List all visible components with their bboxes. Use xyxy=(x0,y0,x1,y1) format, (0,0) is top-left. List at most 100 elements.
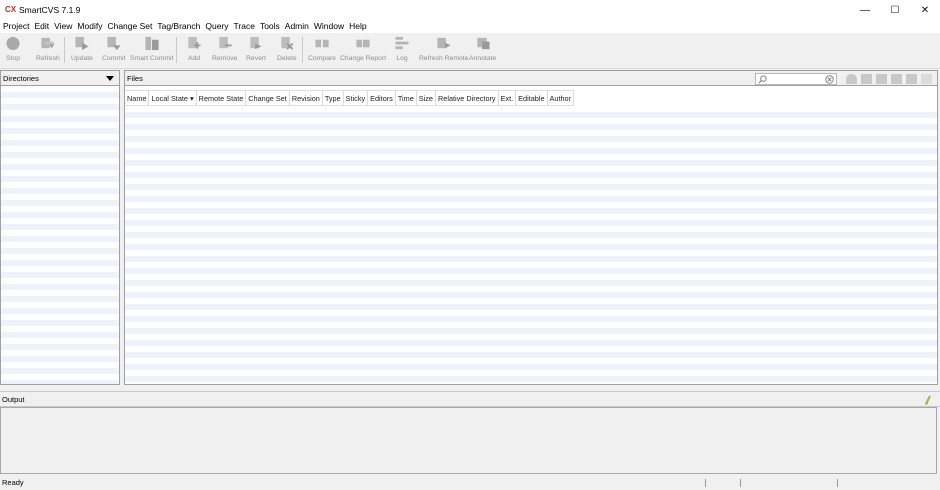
filter-ignored-icon[interactable] xyxy=(891,74,902,84)
menu-project[interactable]: Project xyxy=(2,21,32,31)
refresh-remote-icon xyxy=(437,37,451,49)
filter-remote-icon[interactable] xyxy=(921,74,932,84)
menu-modify[interactable]: Modify xyxy=(76,21,105,31)
commit-label: Commit xyxy=(102,55,126,62)
column-change-set[interactable]: Change Set xyxy=(246,91,290,105)
change-report-button[interactable]: Change Report xyxy=(340,36,386,62)
column-relative-directory[interactable]: Relative Directory xyxy=(436,91,499,105)
annotate-icon xyxy=(476,37,490,50)
status-bar: Ready xyxy=(0,476,940,490)
commit-icon xyxy=(107,36,121,51)
column-time[interactable]: Time xyxy=(396,91,417,105)
search-input[interactable] xyxy=(755,73,837,85)
update-label: Update xyxy=(71,55,93,62)
log-label: Log xyxy=(396,55,408,62)
remove-button[interactable]: Remove xyxy=(212,36,237,62)
filter-removed-icon[interactable] xyxy=(906,74,917,84)
filter-unversioned-icon[interactable] xyxy=(876,74,887,84)
menu-view[interactable]: View xyxy=(53,21,75,31)
menu-tag-branch[interactable]: Tag/Branch xyxy=(156,21,203,31)
output-header: Output xyxy=(0,391,940,407)
menu-query[interactable]: Query xyxy=(204,21,231,31)
log-button[interactable]: Log xyxy=(394,36,410,62)
stop-button[interactable]: Stop xyxy=(5,36,21,62)
remove-icon xyxy=(219,36,232,49)
update-icon xyxy=(75,36,89,51)
files-panel: Files Name Local State ▾ Remote State Ch… xyxy=(124,70,938,385)
menu-edit[interactable]: Edit xyxy=(33,21,52,31)
smart-commit-label: Smart Commit xyxy=(130,55,174,62)
menu-trace[interactable]: Trace xyxy=(233,21,258,31)
chevron-down-icon[interactable] xyxy=(106,76,114,81)
clear-output-icon[interactable] xyxy=(924,395,932,405)
smart-commit-button[interactable]: Smart Commit xyxy=(130,36,173,62)
change-report-icon xyxy=(356,39,370,48)
compare-label: Compare xyxy=(308,55,336,62)
stop-label: Stop xyxy=(6,55,20,62)
annotate-button[interactable]: Annotate xyxy=(469,36,496,62)
filter-unchanged-icon[interactable] xyxy=(846,74,857,84)
menu-bar: Project Edit View Modify Change Set Tag/… xyxy=(0,19,940,33)
refresh-icon xyxy=(41,37,55,49)
column-size[interactable]: Size xyxy=(417,91,436,105)
column-sticky[interactable]: Sticky xyxy=(344,91,369,105)
menu-help[interactable]: Help xyxy=(348,21,369,31)
status-text: Ready xyxy=(2,478,24,487)
compare-button[interactable]: Compare xyxy=(308,36,336,62)
column-name[interactable]: Name xyxy=(125,91,150,105)
toolbar-separator xyxy=(302,37,303,63)
remove-label: Remove xyxy=(212,55,238,62)
toolbar-separator xyxy=(64,37,65,63)
window-title: SmartCVS 7.1.9 xyxy=(19,5,81,15)
change-report-label: Change Report xyxy=(340,55,387,62)
revert-label: Revert xyxy=(246,55,267,62)
menu-tools[interactable]: Tools xyxy=(259,21,283,31)
refresh-button[interactable]: Refresh xyxy=(36,36,60,62)
app-logo-icon: CX xyxy=(5,5,17,14)
revert-button[interactable]: Revert xyxy=(246,36,266,62)
menu-admin[interactable]: Admin xyxy=(284,21,312,31)
add-label: Add xyxy=(187,55,201,62)
menu-window[interactable]: Window xyxy=(313,21,347,31)
refresh-remote-label: Refresh Remote xyxy=(419,55,469,62)
column-ext[interactable]: Ext. xyxy=(499,91,517,105)
status-separator xyxy=(705,479,706,487)
column-editable[interactable]: Editable xyxy=(516,91,548,105)
commit-button[interactable]: Commit xyxy=(102,36,125,62)
column-revision[interactable]: Revision xyxy=(290,91,323,105)
files-title: Files xyxy=(127,74,143,83)
update-button[interactable]: Update xyxy=(71,36,93,62)
output-panel[interactable] xyxy=(0,407,937,474)
minimize-button[interactable]: — xyxy=(850,0,880,20)
delete-icon xyxy=(281,36,294,50)
toolbar: Stop Refresh Update Commit Smart Commit … xyxy=(0,33,940,69)
files-table-body[interactable] xyxy=(125,106,937,384)
toolbar-separator xyxy=(176,37,177,63)
menu-change-set[interactable]: Change Set xyxy=(106,21,155,31)
status-separator xyxy=(837,479,838,487)
output-title: Output xyxy=(2,395,25,404)
maximize-button[interactable]: ☐ xyxy=(880,0,910,20)
annotate-label: Annotate xyxy=(469,55,497,62)
delete-button[interactable]: Delete xyxy=(277,36,297,62)
directories-panel: Directories xyxy=(0,70,120,385)
status-separator xyxy=(740,479,741,487)
column-author[interactable]: Author xyxy=(548,91,575,105)
column-local-state[interactable]: Local State ▾ xyxy=(149,91,197,105)
refresh-label: Refresh xyxy=(36,55,60,62)
files-filter-buttons xyxy=(846,74,932,84)
stop-icon xyxy=(6,36,20,51)
files-table-header: Name Local State ▾ Remote State Change S… xyxy=(125,90,575,106)
add-icon xyxy=(188,36,201,49)
delete-label: Delete xyxy=(277,55,297,62)
column-editors[interactable]: Editors xyxy=(368,91,396,105)
add-button[interactable]: Add xyxy=(186,36,202,62)
refresh-remote-button[interactable]: Refresh Remote xyxy=(419,36,469,62)
filter-modified-icon[interactable] xyxy=(861,74,872,84)
directories-title: Directories xyxy=(3,74,39,83)
column-remote-state[interactable]: Remote State xyxy=(197,91,247,105)
directories-tree[interactable] xyxy=(1,86,119,384)
column-type[interactable]: Type xyxy=(323,91,344,105)
clear-search-icon[interactable] xyxy=(825,75,834,84)
close-button[interactable]: ✕ xyxy=(910,0,940,20)
